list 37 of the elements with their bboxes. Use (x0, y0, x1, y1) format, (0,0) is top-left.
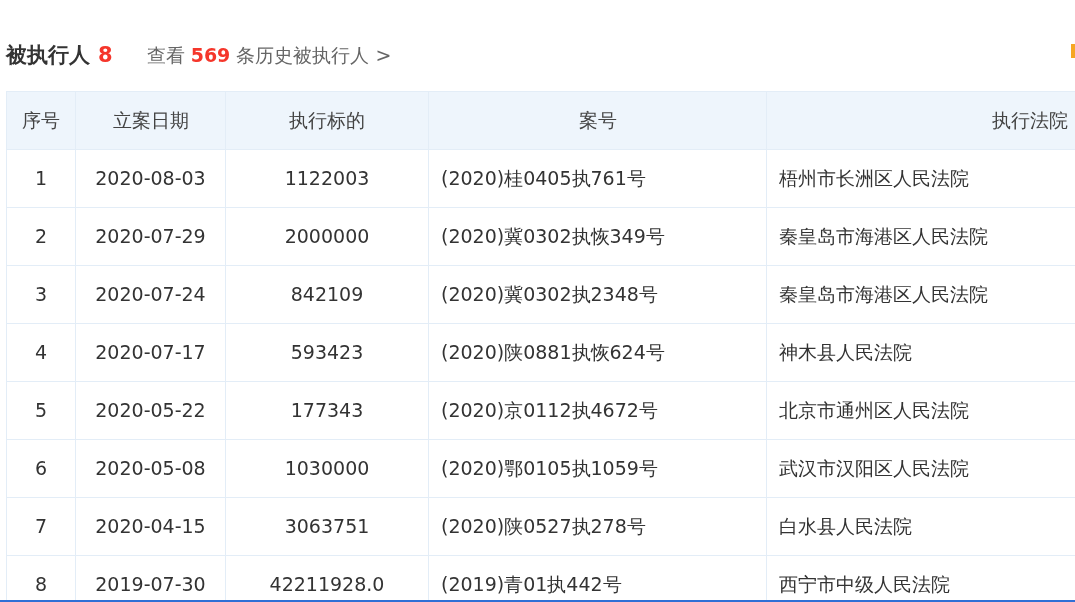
table-cell: 1122003 (225, 149, 429, 208)
table-cell: 3063751 (225, 497, 429, 556)
table-cell: 1030000 (225, 439, 429, 498)
table-cell: 593423 (225, 323, 429, 382)
table-cell: 3 (6, 265, 76, 324)
table-cell: (2020)桂0405执761号 (428, 149, 767, 208)
table-cell: 2020-07-29 (75, 207, 226, 266)
history-link[interactable]: 查看 569 条历史被执行人 > (146, 41, 392, 70)
table-cell: (2020)京0112执4672号 (428, 381, 767, 440)
table-cell: 2020-04-15 (75, 497, 226, 556)
table-cell: 2 (6, 207, 76, 266)
table-cell: 2000000 (225, 207, 429, 266)
table-cell: (2020)冀0302执2348号 (428, 265, 767, 324)
column-header: 执行标的 (225, 91, 429, 150)
column-header: 立案日期 (75, 91, 226, 150)
table-cell: 2020-07-17 (75, 323, 226, 382)
section-title: 被执行人 (6, 42, 90, 69)
table-cell: 6 (6, 439, 76, 498)
table-cell: 2020-05-22 (75, 381, 226, 440)
column-header: 序号 (6, 91, 76, 150)
table-cell: 1 (6, 149, 76, 208)
table-cell: 4 (6, 323, 76, 382)
table-cell: 2020-05-08 (75, 439, 226, 498)
table-cell: 177343 (225, 381, 429, 440)
table-cell: 2020-08-03 (75, 149, 226, 208)
table-cell: (2020)陕0527执278号 (428, 497, 767, 556)
count: 8 (98, 42, 113, 69)
table-cell: (2020)冀0302执恢349号 (428, 207, 767, 266)
table-cell: 5 (6, 381, 76, 440)
table-cell: 8 (6, 555, 76, 600)
table-cell: 2020-07-24 (75, 265, 226, 324)
table-cell: (2020)陕0881执恢624号 (428, 323, 767, 382)
table-cell: 7 (6, 497, 76, 556)
column-header: 执行法院 (766, 91, 1075, 150)
table-cell: (2020)鄂0105执1059号 (428, 439, 767, 498)
table-cell: 842109 (225, 265, 429, 324)
column-header: 案号 (428, 91, 767, 150)
